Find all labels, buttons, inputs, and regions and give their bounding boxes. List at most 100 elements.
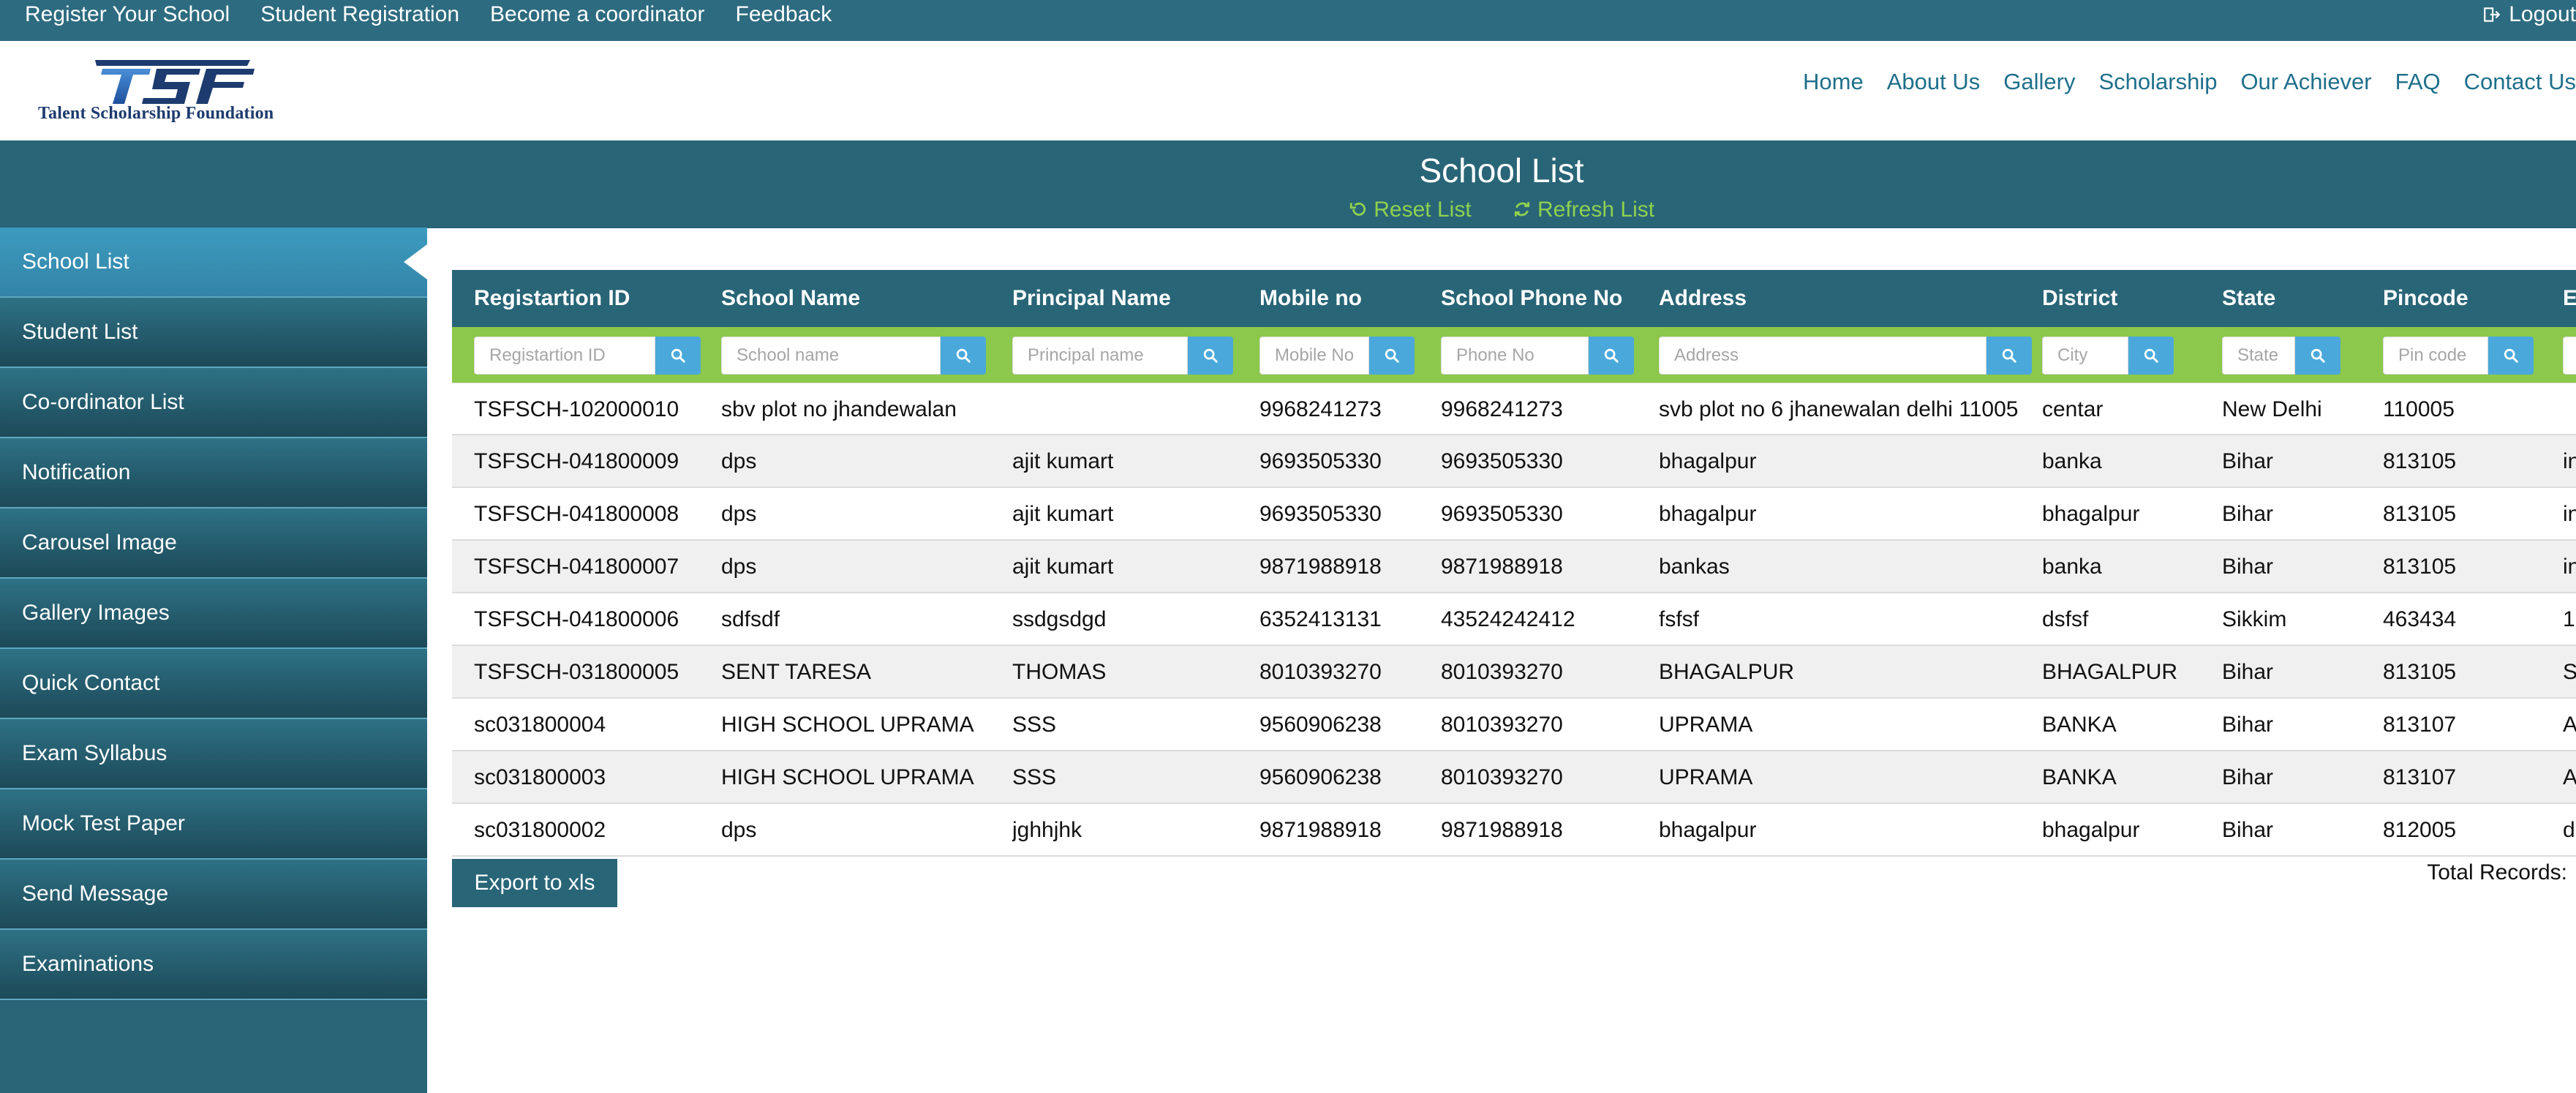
column-header-mobile-no[interactable]: Mobile no xyxy=(1259,270,1428,327)
school-name-filter-input[interactable] xyxy=(721,337,941,375)
nav-link-about-us[interactable]: About Us xyxy=(1887,69,1981,95)
cell-state: New Delhi xyxy=(2222,397,2322,421)
cell-mobile-no: 9968241273 xyxy=(1259,397,1382,421)
column-header-district[interactable]: District xyxy=(2042,270,2210,327)
nav-link-our-achiever[interactable]: Our Achiever xyxy=(2240,69,2371,95)
cell-principal-name: jghhjhk xyxy=(1012,818,1082,842)
cell-registration-id: sc031800002 xyxy=(474,818,606,842)
registration-id-filter xyxy=(474,337,701,375)
column-header-registartion-id[interactable]: Registartion ID xyxy=(474,270,708,327)
cell-principal-name: THOMAS xyxy=(1012,660,1107,684)
cell-school-name: HIGH SCHOOL UPRAMA xyxy=(721,713,974,737)
sidebar-item-label: Mock Test Paper xyxy=(22,811,185,835)
export-xls-button[interactable]: Export to xls xyxy=(452,859,617,907)
tsf-logo[interactable]: Talent Scholarship Foundation xyxy=(37,56,315,129)
column-header-school-name[interactable]: School Name xyxy=(721,270,999,327)
reset-list-button[interactable]: Reset List xyxy=(1349,198,1472,222)
top-link-student-registration[interactable]: Student Registration xyxy=(260,2,459,27)
table-row[interactable]: TSFSCH-041800006 sdfsdf ssdgsdgd 6352413131… xyxy=(452,593,2576,646)
nav-link-scholarship[interactable]: Scholarship xyxy=(2098,69,2217,95)
sidebar-item-carousel-image[interactable]: Carousel Image xyxy=(0,508,427,579)
cell-state: Bihar xyxy=(2222,502,2274,526)
page-title: School List xyxy=(1419,151,1584,189)
mobile-no-search-button[interactable] xyxy=(1369,337,1415,375)
phone-no-filter-input[interactable] xyxy=(1441,337,1589,375)
principal-name-search-button[interactable] xyxy=(1188,337,1233,375)
sidebar-item-examinations[interactable]: Examinations xyxy=(0,930,427,1000)
cell-school-name: HIGH SCHOOL UPRAMA xyxy=(721,765,974,789)
mobile-no-filter-input[interactable] xyxy=(1259,337,1369,375)
nav-link-contact-us[interactable]: Contact Us xyxy=(2464,69,2576,95)
cell-city: banka xyxy=(2042,449,2102,473)
school-name-search-button[interactable] xyxy=(941,337,986,375)
registration-id-filter-input[interactable] xyxy=(474,337,655,375)
sidebar-item-school-list[interactable]: School List xyxy=(0,228,427,298)
column-header-e[interactable]: E xyxy=(2563,270,2576,327)
table-row[interactable]: TSFSCH-041800009 dps ajit kumart 9693505330… xyxy=(452,435,2576,488)
pin-code-filter-input[interactable] xyxy=(2383,337,2488,375)
phone-no-filter xyxy=(1441,337,1634,375)
refresh-list-button[interactable]: Refresh List xyxy=(1513,198,1654,222)
sidebar-item-co-ordinator-list[interactable]: Co-ordinator List xyxy=(0,368,427,438)
column-header-school-phone-no[interactable]: School Phone No xyxy=(1441,270,1646,327)
table-row[interactable]: TSFSCH-031800005 SENT TARESA THOMAS 8010393… xyxy=(452,646,2576,699)
column-header-principal-name[interactable]: Principal Name xyxy=(1012,270,1246,327)
column-header-address[interactable]: Address xyxy=(1659,270,2039,327)
city-filter-input[interactable] xyxy=(2042,337,2128,375)
state-search-button[interactable] xyxy=(2295,337,2340,375)
cell-registration-id: TSFSCH-031800005 xyxy=(474,660,679,684)
table-row[interactable]: sc031800003 HIGH SCHOOL UPRAMA SSS 95609062… xyxy=(452,751,2576,804)
sidebar-item-label: Exam Syllabus xyxy=(22,741,167,765)
cell-address: bhagalpur xyxy=(1659,502,1757,526)
principal-name-filter-input[interactable] xyxy=(1012,337,1188,375)
logout-link[interactable]: Logout xyxy=(2482,0,2576,29)
cell-address: UPRAMA xyxy=(1659,765,1753,789)
table-row[interactable]: TSFSCH-102000010 sbv plot no jhandewalan 9… xyxy=(452,383,2576,435)
email-filter-input[interactable] xyxy=(2563,337,2576,375)
sidebar-item-student-list[interactable]: Student List xyxy=(0,298,427,368)
sidebar-item-quick-contact[interactable]: Quick Contact xyxy=(0,649,427,719)
cell-mobile-no: 8010393270 xyxy=(1259,660,1382,684)
sidebar-item-gallery-images[interactable]: Gallery Images xyxy=(0,579,427,649)
table-row[interactable]: sc031800002 dps jghhjhk 9871988918 987198891… xyxy=(452,804,2576,857)
top-link-become-a-coordinator[interactable]: Become a coordinator xyxy=(490,2,705,27)
search-icon xyxy=(671,348,685,363)
table-row[interactable]: TSFSCH-041800007 dps ajit kumart 9871988918… xyxy=(452,541,2576,593)
cell-pin-code: 813105 xyxy=(2383,449,2457,473)
search-icon xyxy=(2504,348,2518,363)
cell-phone-no: 8010393270 xyxy=(1441,713,1563,737)
cell-registration-id: TSFSCH-041800009 xyxy=(474,449,679,473)
pin-code-search-button[interactable] xyxy=(2488,337,2534,375)
cell-address: fsfsf xyxy=(1659,607,1700,631)
column-header-pincode[interactable]: Pincode xyxy=(2383,270,2551,327)
sidebar-item-send-message[interactable]: Send Message xyxy=(0,860,427,930)
address-filter-input[interactable] xyxy=(1659,337,1986,375)
state-filter-input[interactable] xyxy=(2222,337,2295,375)
cell-phone-no: 9871988918 xyxy=(1441,555,1563,579)
sidebar-item-exam-syllabus[interactable]: Exam Syllabus xyxy=(0,719,427,789)
state-filter xyxy=(2222,337,2340,375)
column-header-state[interactable]: State xyxy=(2222,270,2376,327)
cell-mobile-no: 9871988918 xyxy=(1259,555,1382,579)
page-banner: School List Reset List Refresh List xyxy=(427,140,2576,228)
top-link-feedback[interactable]: Feedback xyxy=(736,2,832,27)
phone-no-search-button[interactable] xyxy=(1589,337,1634,375)
registration-id-search-button[interactable] xyxy=(655,337,701,375)
sidebar-item-notification[interactable]: Notification xyxy=(0,438,427,508)
cell-school-name: SENT TARESA xyxy=(721,660,872,684)
nav-link-gallery[interactable]: Gallery xyxy=(2003,69,2075,95)
address-search-button[interactable] xyxy=(1986,337,2032,375)
sidebar-item-mock-test-paper[interactable]: Mock Test Paper xyxy=(0,789,427,860)
city-search-button[interactable] xyxy=(2128,337,2174,375)
table-row[interactable]: sc031800004 HIGH SCHOOL UPRAMA SSS 95609062… xyxy=(452,699,2576,751)
top-link-register-your-school[interactable]: Register Your School xyxy=(25,2,230,27)
tsf-logo-mark xyxy=(95,60,255,104)
sidebar-item-label: Send Message xyxy=(22,882,169,906)
cell-pin-code: 813105 xyxy=(2383,502,2457,526)
nav-link-faq[interactable]: FAQ xyxy=(2395,69,2441,95)
reset-list-label: Reset List xyxy=(1374,198,1472,222)
nav-link-home[interactable]: Home xyxy=(1803,69,1864,95)
cell-phone-no: 9968241273 xyxy=(1441,397,1563,421)
cell-pin-code: 813105 xyxy=(2383,555,2457,579)
table-row[interactable]: TSFSCH-041800008 dps ajit kumart 9693505330… xyxy=(452,488,2576,541)
